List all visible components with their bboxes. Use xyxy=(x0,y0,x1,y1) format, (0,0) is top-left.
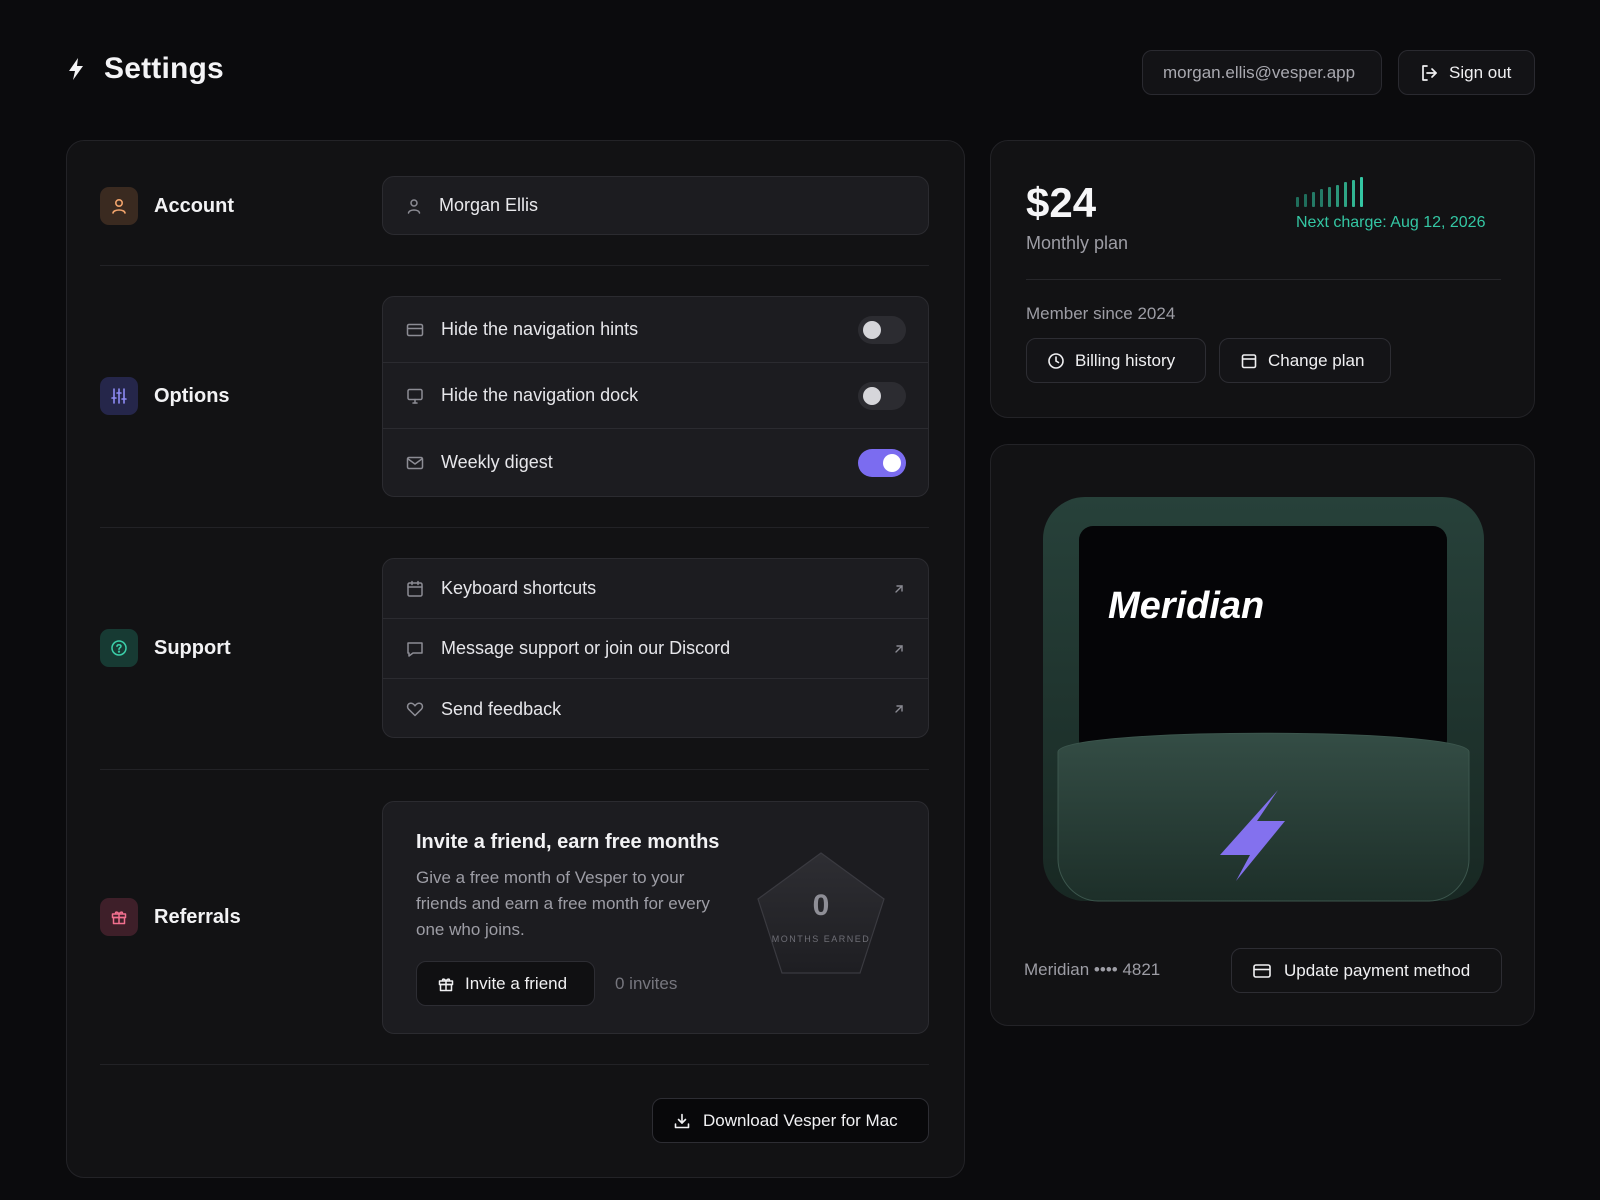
support-label: Keyboard shortcuts xyxy=(441,578,597,598)
divider xyxy=(100,769,929,770)
credit-card-icon xyxy=(405,320,425,340)
section-support: Support xyxy=(100,629,231,667)
section-account-label: Account xyxy=(154,194,234,217)
section-referrals-label: Referrals xyxy=(154,905,241,928)
section-options-label: Options xyxy=(154,384,230,407)
option-row-navigation-dock[interactable]: Hide the navigation dock xyxy=(383,363,928,429)
section-support-label: Support xyxy=(154,636,231,659)
name-field[interactable]: Morgan Ellis xyxy=(382,176,929,235)
divider xyxy=(100,265,929,266)
member-since: Member since 2024 xyxy=(1026,304,1176,323)
weekly-digest-toggle[interactable] xyxy=(858,448,906,477)
monitor-icon xyxy=(405,386,425,406)
calendar-icon xyxy=(1240,352,1258,370)
sign-out-label: Sign out xyxy=(1449,62,1512,82)
user-icon xyxy=(100,187,138,225)
support-list: Keyboard shortcuts Message support or jo… xyxy=(382,558,929,738)
section-options: Options xyxy=(100,377,230,415)
gift-icon xyxy=(100,898,138,936)
change-plan-button[interactable]: Change plan xyxy=(1219,338,1391,383)
option-label: Hide the navigation dock xyxy=(441,385,639,405)
external-link-icon xyxy=(892,582,906,596)
support-row-keyboard-shortcuts[interactable]: Keyboard shortcuts xyxy=(383,559,928,619)
option-label: Weekly digest xyxy=(441,452,553,472)
person-icon xyxy=(405,197,423,215)
invites-count: 0 invites xyxy=(615,974,678,993)
plan-price: $24 xyxy=(1026,179,1097,226)
divider xyxy=(1026,279,1501,280)
navigation-dock-toggle[interactable] xyxy=(858,381,906,410)
badge-label: MONTHS EARNED xyxy=(771,934,871,944)
gift-icon xyxy=(437,975,455,993)
external-link-icon xyxy=(892,642,906,656)
download-icon xyxy=(673,1112,691,1130)
update-payment-label: Update payment method xyxy=(1284,960,1471,980)
payment-card-panel: Meridian Meridian •••• 4821 Update payme… xyxy=(990,444,1535,1026)
heart-icon xyxy=(405,699,425,719)
section-referrals: Referrals xyxy=(100,898,241,936)
plan-name: Monthly plan xyxy=(1026,233,1129,253)
next-charge: Next charge: Aug 12, 2026 xyxy=(1296,214,1486,231)
calendar-icon xyxy=(405,579,425,599)
support-row-message-support[interactable]: Message support or join our Discord xyxy=(383,619,928,679)
card-illustration xyxy=(1043,497,1484,907)
support-row-send-feedback[interactable]: Send feedback xyxy=(383,679,928,737)
card-number: Meridian •••• 4821 xyxy=(1024,960,1161,979)
change-plan-label: Change plan xyxy=(1268,350,1365,370)
section-account: Account xyxy=(100,187,234,225)
page-title: Settings xyxy=(104,52,224,85)
download-mac-button[interactable]: Download Vesper for Mac xyxy=(652,1098,929,1143)
divider xyxy=(100,527,929,528)
option-row-navigation-hints[interactable]: Hide the navigation hints xyxy=(383,297,928,363)
support-label: Send feedback xyxy=(441,698,562,719)
billing-panel: $24 Monthly plan Next charge: Aug 12, 20… xyxy=(990,140,1535,418)
bolt-icon xyxy=(66,57,86,81)
sign-out-icon xyxy=(1419,63,1439,83)
navigation-hints-toggle[interactable] xyxy=(858,315,906,344)
referral-description: Give a free month of Vesper to your frie… xyxy=(416,868,710,939)
chat-icon xyxy=(405,639,425,659)
invite-friend-button[interactable]: Invite a friend xyxy=(416,961,595,1006)
clock-icon xyxy=(1047,352,1065,370)
name-value: Morgan Ellis xyxy=(439,195,539,215)
option-label: Hide the navigation hints xyxy=(441,319,639,339)
invite-friend-label: Invite a friend xyxy=(465,973,568,993)
months-earned-badge: 0 MONTHS EARNED xyxy=(756,851,886,977)
badge-value: 0 xyxy=(812,889,830,922)
external-link-icon xyxy=(892,702,906,716)
page-header: Settings xyxy=(66,52,224,86)
update-payment-button[interactable]: Update payment method xyxy=(1231,948,1502,993)
divider xyxy=(100,1064,929,1065)
card-brand-name: Meridian xyxy=(1108,585,1265,627)
usage-bars-icon xyxy=(1296,177,1372,207)
option-row-weekly-digest[interactable]: Weekly digest xyxy=(383,429,928,496)
sign-out-button[interactable]: Sign out xyxy=(1398,50,1535,95)
referral-card: Invite a friend, earn free months Give a… xyxy=(382,801,929,1034)
help-icon xyxy=(100,629,138,667)
account-email: morgan.ellis@vesper.app xyxy=(1142,50,1382,95)
credit-card-icon xyxy=(1252,961,1272,981)
mail-icon xyxy=(405,453,425,473)
support-label: Message support or join our Discord xyxy=(441,638,731,658)
referral-title: Invite a friend, earn free months xyxy=(416,831,720,853)
sliders-icon xyxy=(100,377,138,415)
download-label: Download Vesper for Mac xyxy=(703,1110,898,1130)
billing-history-button[interactable]: Billing history xyxy=(1026,338,1206,383)
billing-history-label: Billing history xyxy=(1075,350,1176,370)
options-list: Hide the navigation hints Hide the navig… xyxy=(382,296,929,497)
